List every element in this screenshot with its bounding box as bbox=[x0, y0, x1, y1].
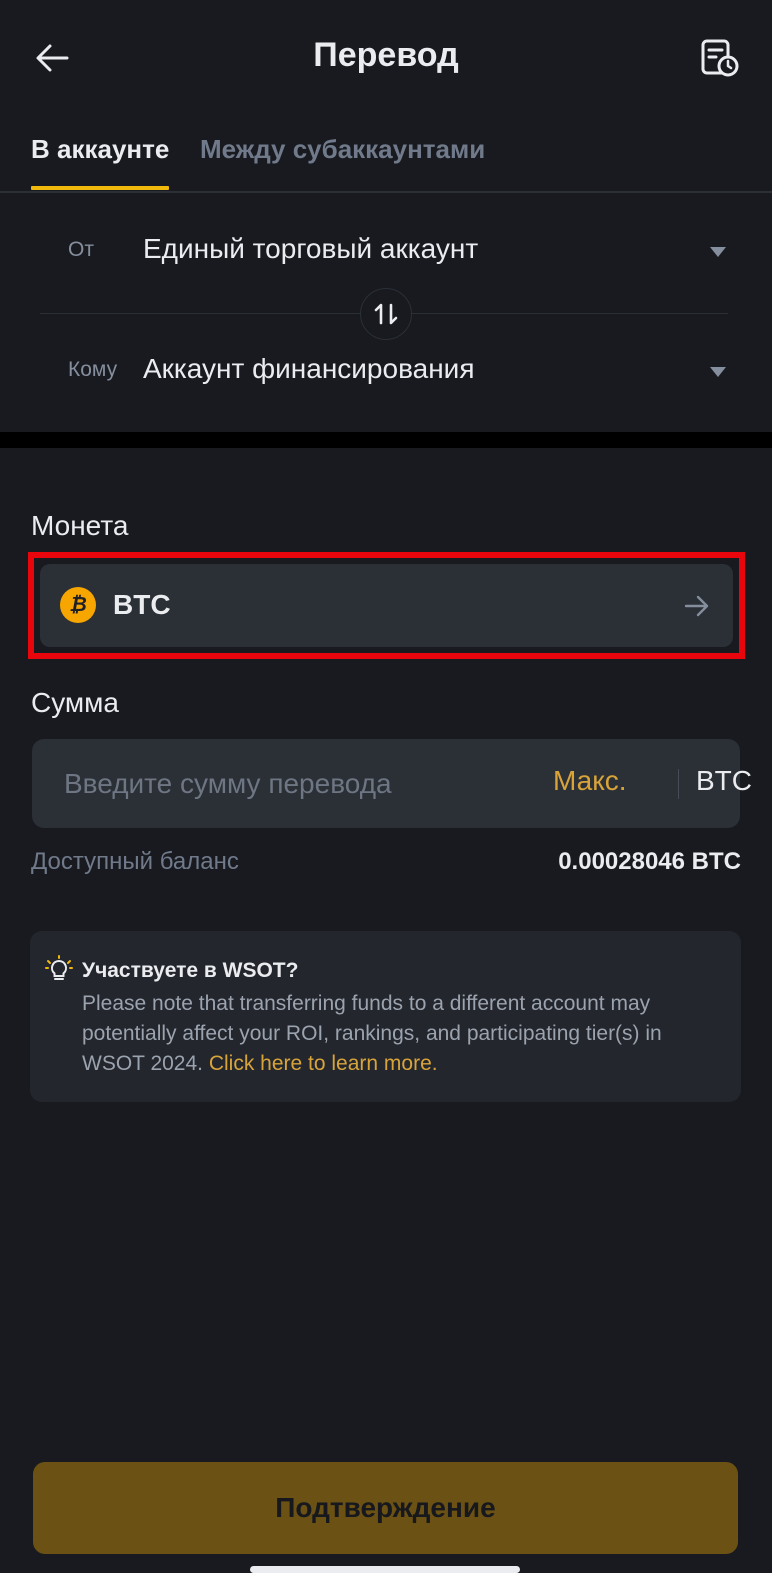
arrow-right-icon bbox=[684, 595, 709, 617]
wsot-notice: Участвуете в WSOT? Please note that tran… bbox=[30, 931, 741, 1102]
confirm-button[interactable]: Подтверждение bbox=[33, 1462, 738, 1554]
learn-more-link[interactable]: Click here to learn more. bbox=[209, 1052, 438, 1075]
coin-symbol: BTC bbox=[113, 589, 171, 620]
available-balance-label: Доступный баланс bbox=[31, 848, 239, 875]
from-label: От bbox=[68, 238, 94, 261]
amount-field: Макс. BTC bbox=[32, 739, 752, 828]
history-button[interactable] bbox=[698, 36, 742, 80]
notice-body: Please note that transferring funds to a… bbox=[82, 989, 722, 1079]
home-indicator bbox=[250, 1566, 520, 1573]
tab-between-subaccounts[interactable]: Между субаккаунтами bbox=[200, 134, 485, 165]
transfer-accounts: От Единый торговый аккаунт Кому Аккаунт … bbox=[0, 193, 772, 433]
to-label: Кому bbox=[68, 358, 118, 381]
swap-arrows-icon bbox=[374, 303, 398, 325]
available-balance-value: 0.00028046 BTC bbox=[558, 848, 741, 875]
amount-input[interactable] bbox=[62, 763, 526, 805]
from-account-value: Единый торговый аккаунт bbox=[143, 233, 479, 264]
swap-accounts-button[interactable] bbox=[360, 288, 412, 340]
active-tab-indicator bbox=[31, 186, 169, 190]
chevron-down-icon bbox=[710, 247, 726, 257]
divider bbox=[678, 769, 679, 799]
coin-selector-field[interactable]: ₿ BTC bbox=[40, 564, 733, 647]
tab-bar: В аккаунте Между субаккаунтами bbox=[0, 118, 772, 193]
tab-in-account[interactable]: В аккаунте bbox=[31, 134, 169, 165]
lightbulb-icon bbox=[45, 955, 73, 980]
page-title: Перевод bbox=[313, 36, 459, 74]
notice-title: Участвуете в WSOT? bbox=[82, 959, 299, 982]
to-account-value: Аккаунт финансирования bbox=[143, 353, 475, 384]
btc-coin-icon: ₿ bbox=[60, 587, 96, 623]
history-doc-clock-icon bbox=[701, 39, 739, 77]
coin-selector[interactable]: ₿ BTC bbox=[28, 552, 745, 659]
header: Перевод bbox=[0, 0, 772, 118]
amount-unit: BTC bbox=[696, 765, 752, 796]
amount-section-label: Сумма bbox=[31, 687, 119, 718]
coin-section-label: Монета bbox=[31, 510, 129, 541]
max-button[interactable]: Макс. bbox=[553, 765, 627, 797]
chevron-down-icon bbox=[710, 367, 726, 377]
section-separator bbox=[0, 432, 772, 448]
